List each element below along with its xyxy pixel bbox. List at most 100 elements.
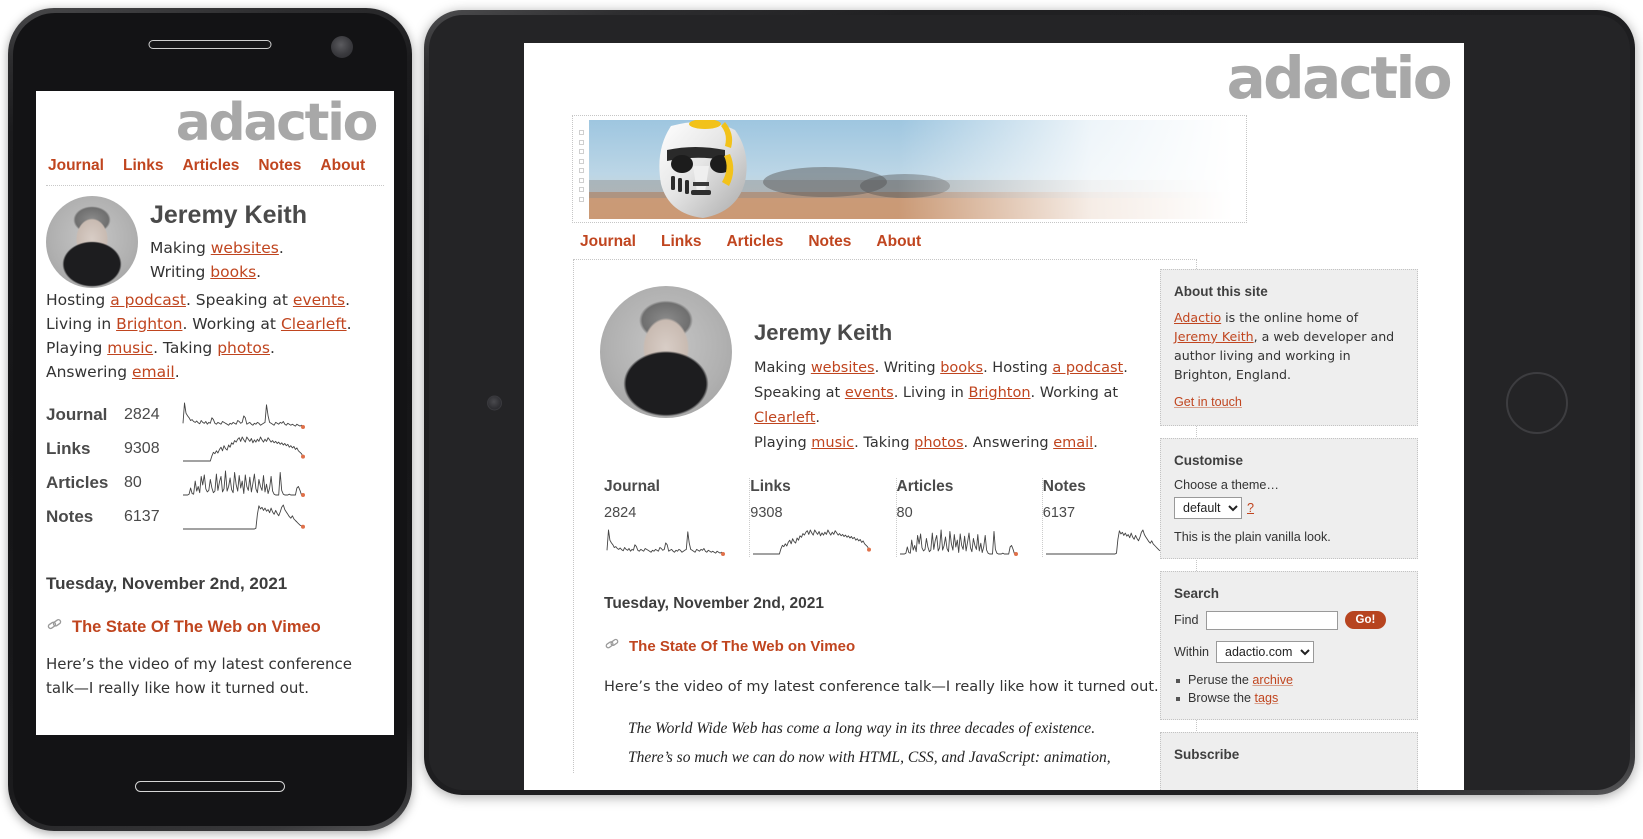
nav-item-articles[interactable]: Articles <box>182 157 239 175</box>
stat-label: Articles <box>46 473 109 493</box>
profile-block: Jeremy Keith Making websites. Writing bo… <box>46 196 384 288</box>
stat-row-articles[interactable]: Articles 80 <box>46 466 384 500</box>
link-email[interactable]: email <box>132 363 175 381</box>
theme-help-link[interactable]: ? <box>1247 501 1254 515</box>
link-events[interactable]: events <box>845 385 894 401</box>
primary-nav: Journal Links Articles Notes About <box>580 233 921 251</box>
page-title: Jeremy Keith <box>754 320 893 345</box>
tags-text: Browse the <box>1188 690 1255 705</box>
nav-item-about[interactable]: About <box>320 157 365 175</box>
link-brighton[interactable]: Brighton <box>116 315 182 333</box>
search-go-button[interactable]: Go! <box>1344 611 1387 630</box>
nav-item-journal[interactable]: Journal <box>580 233 636 251</box>
bio-text: Making <box>754 360 811 376</box>
stat-row-links[interactable]: Links 9308 <box>46 432 384 466</box>
stat-label: Links <box>750 477 791 495</box>
bio-text: . Answering <box>963 434 1054 451</box>
entry-body: Here’s the video of my latest conference… <box>604 678 1159 695</box>
search-input[interactable] <box>1205 610 1338 630</box>
bio-line-2: Speaking at events. Living in Brighton. … <box>754 381 1176 431</box>
bio-line-3: Playing music. Taking photos. Answering … <box>754 431 1176 456</box>
theme-select[interactable]: default <box>1174 496 1242 519</box>
entry-heading: The State Of The Web on Vimeo <box>46 616 384 638</box>
entry-title-link[interactable]: The State Of The Web on Vimeo <box>629 638 855 655</box>
screenshot-stage: adactio Journal Links Articles Notes Abo… <box>0 0 1643 839</box>
site-logo[interactable]: adactio <box>46 91 384 151</box>
sparkline-links <box>750 527 872 557</box>
link-jeremy-keith[interactable]: Jeremy Keith <box>1174 329 1254 344</box>
bio-line-6: Answering email. <box>46 360 384 384</box>
link-photos[interactable]: photos <box>217 339 270 357</box>
link-clearleft[interactable]: Clearleft <box>281 315 347 333</box>
phone-speaker-grille <box>148 40 272 49</box>
bio-line-2: Writing books. <box>150 260 384 284</box>
site-logo[interactable]: adactio <box>1227 49 1453 107</box>
within-label: Within <box>1174 644 1209 659</box>
link-music[interactable]: music <box>107 339 153 357</box>
bio-text: Writing <box>150 263 211 282</box>
stat-row-links[interactable]: Links 9308 <box>750 477 897 557</box>
link-books[interactable]: books <box>940 360 983 376</box>
bio-text: Speaking at <box>754 384 845 401</box>
link-adactio[interactable]: Adactio <box>1174 310 1221 325</box>
tablet-home-button[interactable] <box>1506 371 1568 434</box>
link-websites[interactable]: websites <box>811 360 875 376</box>
stat-count: 6137 <box>124 508 160 526</box>
stat-row-journal[interactable]: Journal 2824 <box>46 398 384 432</box>
link-podcast[interactable]: a podcast <box>1052 360 1123 376</box>
sparkline-notes <box>180 502 306 532</box>
bio-text: . Working at <box>1030 384 1119 401</box>
list-item: Peruse the archive <box>1174 673 1405 687</box>
entry-title-link[interactable]: The State Of The Web on Vimeo <box>72 618 321 637</box>
stat-count: 2824 <box>604 504 637 521</box>
sidebar-section-customise: Customise Choose a theme… default ? This… <box>1160 437 1418 559</box>
stat-row-articles[interactable]: Articles 80 <box>897 477 1043 557</box>
tags-link[interactable]: tags <box>1255 691 1279 705</box>
theme-label: Choose a theme… <box>1174 477 1280 492</box>
bio-text: . <box>278 239 284 257</box>
stat-count: 9308 <box>750 504 783 521</box>
within-select[interactable]: adactio.com <box>1216 640 1314 663</box>
tablet-screen: adactio Journal Links Articles Notes Abo… <box>524 43 1464 790</box>
phone-home-indicator <box>135 781 285 792</box>
sparkline-journal <box>604 527 726 557</box>
link-podcast[interactable]: a podcast <box>110 291 186 309</box>
nav-item-about[interactable]: About <box>876 233 921 251</box>
entry-heading: The State Of The Web on Vimeo <box>604 636 1196 657</box>
entry-blockquote: The World Wide Web has come a long way i… <box>628 715 1196 772</box>
about-text: Adactio is the online home of Jeremy Kei… <box>1174 309 1405 385</box>
link-music[interactable]: music <box>811 435 854 451</box>
sparkline-journal <box>180 400 306 430</box>
link-books[interactable]: books <box>210 263 256 281</box>
link-websites[interactable]: websites <box>211 239 279 257</box>
sparkline-notes <box>1043 527 1165 557</box>
filmstrip-perforations-icon <box>577 130 586 202</box>
bio-text: Answering <box>46 363 132 382</box>
archive-text: Peruse the <box>1188 672 1253 687</box>
nav-item-notes[interactable]: Notes <box>808 233 851 251</box>
link-photos[interactable]: photos <box>914 435 963 451</box>
page-title: Jeremy Keith <box>150 201 308 229</box>
tablet-device: adactio Journal Links Articles Notes Abo… <box>424 10 1635 795</box>
nav-item-links[interactable]: Links <box>123 157 163 175</box>
archive-link[interactable]: archive <box>1252 673 1293 687</box>
stat-count: 80 <box>124 474 142 492</box>
sparkline-articles <box>180 468 306 498</box>
nav-item-articles[interactable]: Articles <box>726 233 783 251</box>
link-email[interactable]: email <box>1053 435 1093 451</box>
phone-bezel: adactio Journal Links Articles Notes Abo… <box>13 13 407 826</box>
bio-text: . <box>346 315 352 334</box>
bio-text: . <box>174 363 180 382</box>
link-events[interactable]: events <box>293 291 345 309</box>
list-item: Browse the tags <box>1174 691 1405 705</box>
stats-list: Journal 2824 Links 9308 Articles 80 Note… <box>604 477 1188 557</box>
avatar <box>46 196 138 288</box>
stat-row-journal[interactable]: Journal 2824 <box>604 477 751 557</box>
stat-row-notes[interactable]: Notes 6137 <box>46 500 384 534</box>
get-in-touch-link[interactable]: Get in touch <box>1174 395 1242 409</box>
nav-item-notes[interactable]: Notes <box>258 157 301 175</box>
nav-item-links[interactable]: Links <box>661 233 701 251</box>
link-clearleft[interactable]: Clearleft <box>754 410 815 426</box>
nav-item-journal[interactable]: Journal <box>48 157 104 175</box>
link-brighton[interactable]: Brighton <box>968 385 1030 401</box>
